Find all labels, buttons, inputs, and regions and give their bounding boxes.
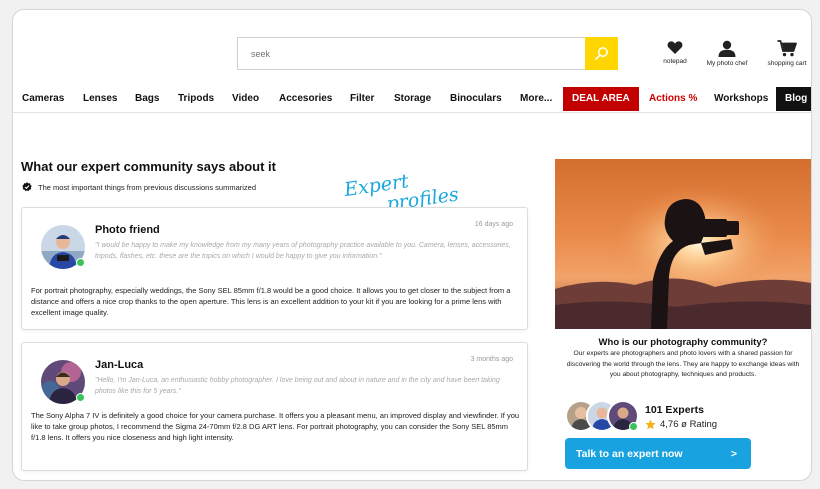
nav-item-binoculars[interactable]: Binoculars xyxy=(450,85,502,113)
nav-item-bags[interactable]: Bags xyxy=(135,85,159,113)
experts-rating: 4,76 ø Rating xyxy=(645,419,717,430)
nav-item-storage[interactable]: Storage xyxy=(394,85,431,113)
community-photo xyxy=(555,159,811,329)
expert-name: Jan-Luca xyxy=(95,359,144,371)
talk-to-expert-button[interactable]: Talk to an expert now > xyxy=(565,438,751,469)
avatar[interactable] xyxy=(41,360,85,404)
heart-icon xyxy=(667,41,683,54)
post-time: 16 days ago xyxy=(474,221,513,228)
avatar[interactable] xyxy=(41,225,85,269)
search-bar xyxy=(237,37,618,70)
nav-item-actions[interactable]: Actions % xyxy=(649,85,697,113)
expert-intro-quote: "Hello, I'm Jan-Luca, an enthusiastic ho… xyxy=(95,377,500,395)
photographer-silhouette-image xyxy=(555,159,811,329)
expert-card[interactable]: Photo friend 16 days ago "I would be hap… xyxy=(21,207,528,330)
expert-card[interactable]: Jan-Luca 3 months ago "Hello, I'm Jan-Lu… xyxy=(21,342,528,471)
browser-window: notepad My photo chef shopping cart Came… xyxy=(12,9,812,481)
online-status-dot xyxy=(629,422,638,431)
search-button[interactable] xyxy=(585,37,618,70)
nav-item-filter[interactable]: Filter xyxy=(350,85,374,113)
nav-item-more[interactable]: More... xyxy=(520,85,552,113)
main-nav: Cameras Lenses Bags Tripods Video Acceso… xyxy=(13,85,811,113)
my-photo-chef-button[interactable]: My photo chef xyxy=(699,40,755,67)
nav-item-lenses[interactable]: Lenses xyxy=(83,85,117,113)
user-icon xyxy=(718,40,736,57)
expert-answer: For portrait photography, especially wed… xyxy=(31,286,511,317)
community-description: Our experts are photographers and photo … xyxy=(566,350,800,378)
experts-avatar-group xyxy=(565,400,641,432)
talk-to-expert-label: Talk to an expert now xyxy=(576,447,683,460)
community-title: Who is our photography community? xyxy=(598,337,768,348)
nav-item-accesories[interactable]: Accesories xyxy=(279,85,332,113)
experts-count: 101 Experts xyxy=(645,404,704,416)
notepad-label: notepad xyxy=(663,58,687,65)
nav-item-workshops[interactable]: Workshops xyxy=(714,85,768,113)
shopping-cart-label: shopping cart xyxy=(767,60,807,67)
verified-badge-icon xyxy=(22,182,32,192)
chevron-right-icon: > xyxy=(730,447,737,460)
expert-intro-quote: "I would be happy to make my knowledge f… xyxy=(95,242,511,260)
header-actions: notepad My photo chef shopping cart xyxy=(657,40,811,67)
shopping-cart-button[interactable]: shopping cart xyxy=(761,40,811,67)
rating-text: 4,76 ø Rating xyxy=(660,419,718,430)
nav-item-deal-area[interactable]: DEAL AREA xyxy=(563,87,639,111)
search-icon xyxy=(595,47,608,60)
nav-item-cameras[interactable]: Cameras xyxy=(22,85,64,113)
notepad-button[interactable]: notepad xyxy=(657,40,693,67)
search-input[interactable] xyxy=(237,37,585,70)
summary-line: The most important things from previous … xyxy=(22,182,256,192)
my-photo-chef-label: My photo chef xyxy=(706,60,748,67)
nav-item-blog[interactable]: Blog xyxy=(776,87,811,111)
summary-text: The most important things from previous … xyxy=(38,182,256,192)
online-status-dot xyxy=(76,393,85,402)
expert-name: Photo friend xyxy=(95,224,160,236)
expert-answer: The Sony Alpha 7 IV is definitely a good… xyxy=(31,411,520,442)
star-icon xyxy=(645,419,656,430)
nav-item-tripods[interactable]: Tripods xyxy=(178,85,214,113)
cart-icon xyxy=(777,40,797,57)
nav-item-video[interactable]: Video xyxy=(232,85,259,113)
post-time: 3 months ago xyxy=(470,356,513,363)
section-title: What our expert community says about it xyxy=(21,159,276,174)
online-status-dot xyxy=(76,258,85,267)
